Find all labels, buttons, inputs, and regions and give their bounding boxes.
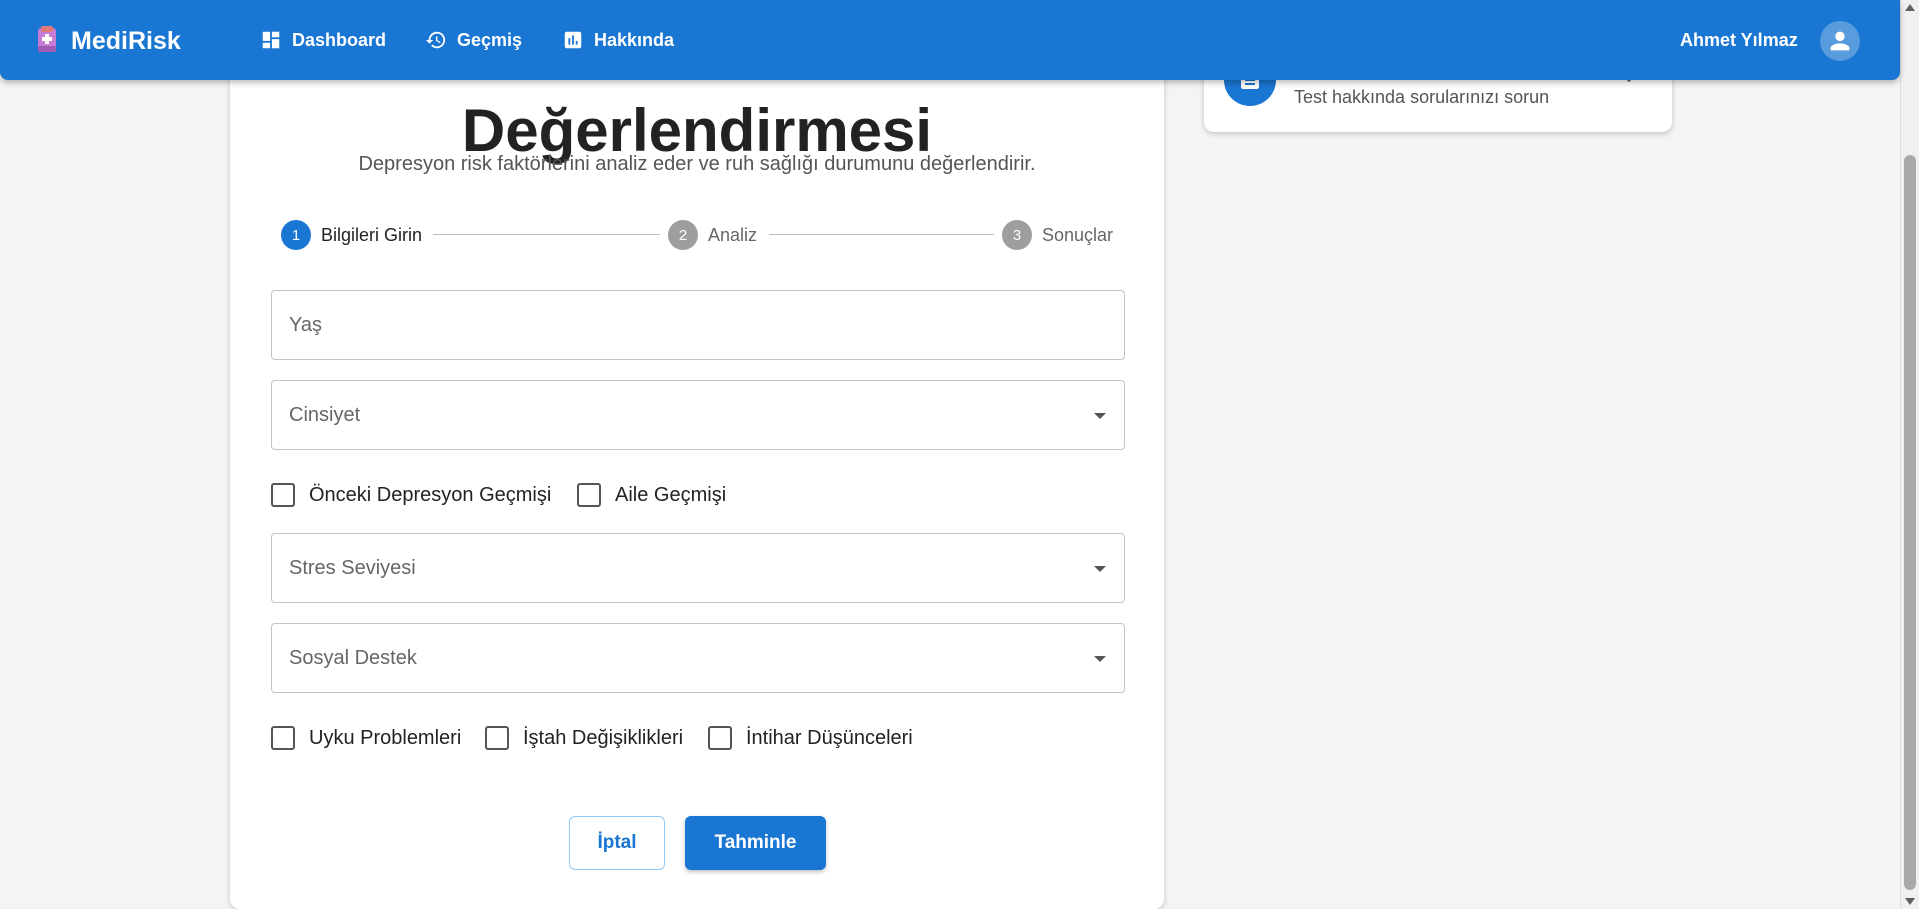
predict-button[interactable]: Tahminle	[685, 816, 826, 870]
user-icon	[1830, 31, 1850, 51]
checkbox-label: İntihar Düşünceleri	[746, 726, 913, 749]
step-number: 2	[668, 220, 698, 250]
help-card-text: Test hakkında sorularınızı sorun	[1294, 87, 1550, 107]
chart-icon	[564, 31, 582, 49]
step-connector	[433, 234, 660, 235]
assessment-form-card: Değerlendirmesi Depresyon risk faktörler…	[230, 40, 1164, 909]
age-label: Yaş	[289, 314, 322, 336]
avatar[interactable]	[1820, 21, 1860, 61]
social-support-label: Sosyal Destek	[289, 647, 417, 669]
checkbox-box[interactable]	[271, 726, 295, 750]
step-connector	[769, 234, 994, 235]
app-bar: MediRisk Dashboard Geçmiş Hakkında Ahmet…	[0, 0, 1900, 80]
checkbox-box[interactable]	[271, 483, 295, 507]
gender-select[interactable]: Cinsiyet	[271, 380, 1125, 450]
scroll-up-arrow-icon[interactable]	[1905, 4, 1915, 11]
checkbox-label: Önceki Depresyon Geçmişi	[309, 483, 552, 506]
checkbox-box[interactable]	[708, 726, 732, 750]
stress-label: Stres Seviyesi	[289, 557, 416, 579]
step-label: Bilgileri Girin	[321, 224, 423, 245]
nav-about-label: Hakkında	[594, 29, 675, 50]
checkbox-box[interactable]	[485, 726, 509, 750]
dropdown-arrow-icon	[1094, 656, 1106, 662]
checkbox-suicidal-thoughts[interactable]: İntihar Düşünceleri	[708, 726, 913, 750]
checkbox-prev-depression[interactable]: Önceki Depresyon Geçmişi	[271, 483, 551, 507]
step-results: 3 Sonuçlar	[1002, 220, 1113, 250]
page-subtitle: Depresyon risk faktörlerini analiz eder …	[358, 153, 1036, 175]
checkbox-family-history[interactable]: Aile Geçmişi	[577, 483, 726, 507]
page-scrollbar[interactable]	[1900, 0, 1919, 909]
gender-label: Cinsiyet	[289, 404, 361, 426]
step-number: 3	[1002, 220, 1032, 250]
history-icon	[425, 31, 446, 49]
checkbox-sleep-problems[interactable]: Uyku Problemleri	[271, 726, 461, 750]
brand-name[interactable]: MediRisk	[71, 27, 181, 56]
stress-level-select[interactable]: Stres Seviyesi	[271, 533, 1125, 603]
scrollbar-thumb[interactable]	[1904, 155, 1916, 890]
user-name: Ahmet Yılmaz	[1680, 30, 1798, 50]
nav-about[interactable]: Hakkında	[562, 29, 674, 51]
step-label: Analiz	[708, 224, 758, 245]
checkbox-box[interactable]	[577, 483, 601, 507]
checkbox-label: Aile Geçmişi	[615, 483, 727, 506]
age-input[interactable]: Yaş	[271, 290, 1125, 360]
social-support-select[interactable]: Sosyal Destek	[271, 623, 1125, 693]
step-enter-info: 1 Bilgileri Girin	[281, 220, 422, 250]
step-analysis: 2 Analiz	[668, 220, 757, 250]
dropdown-arrow-icon	[1094, 566, 1106, 572]
nav-history-label: Geçmiş	[457, 29, 523, 50]
nav-history[interactable]: Geçmiş	[425, 29, 522, 51]
nav-dashboard[interactable]: Dashboard	[260, 29, 386, 51]
medical-logo-icon[interactable]	[36, 26, 58, 54]
cancel-button[interactable]: İptal	[569, 816, 665, 870]
step-number: 1	[281, 220, 311, 250]
checkbox-appetite-changes[interactable]: İştah Değişiklikleri	[485, 726, 683, 750]
dropdown-arrow-icon	[1094, 413, 1106, 419]
scroll-down-arrow-icon[interactable]	[1905, 898, 1915, 905]
checkbox-label: İştah Değişiklikleri	[523, 726, 684, 749]
checkbox-label: Uyku Problemleri	[309, 726, 462, 749]
nav-dashboard-label: Dashboard	[292, 29, 387, 50]
dashboard-icon	[262, 31, 280, 49]
step-label: Sonuçlar	[1042, 224, 1114, 245]
